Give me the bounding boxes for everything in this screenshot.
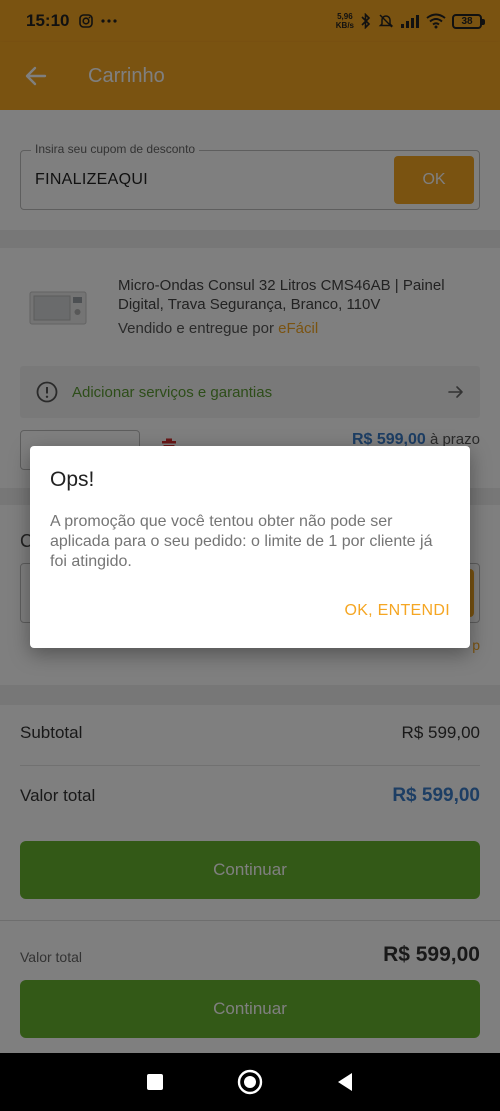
dialog-ok-button[interactable]: OK, ENTENDI — [344, 602, 450, 620]
dialog-message: A promoção que você tentou obter não pod… — [50, 513, 433, 570]
back-nav-icon[interactable] — [336, 1072, 354, 1092]
home-icon[interactable] — [237, 1069, 263, 1095]
system-nav-bar — [0, 1053, 500, 1111]
error-dialog: Ops! A promoção que você tentou obter nã… — [30, 446, 470, 648]
dialog-title: Ops! — [50, 468, 95, 491]
recent-apps-icon[interactable] — [146, 1073, 164, 1091]
